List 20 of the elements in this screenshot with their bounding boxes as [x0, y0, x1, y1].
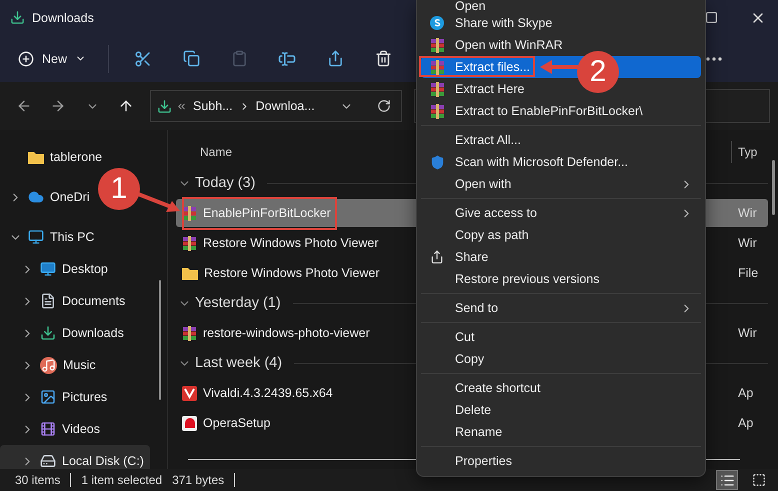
file-type: File [737, 266, 760, 280]
selection-info: 1 item selected [81, 473, 162, 487]
file-name: restore-windows-photo-viewer [203, 326, 370, 340]
selection-size: 371 bytes [172, 473, 224, 487]
group-heading: Last week (4) [195, 355, 282, 371]
file-type: Ap [737, 416, 754, 430]
file-type: Wir [737, 236, 758, 250]
group-heading: Today (3) [195, 175, 256, 191]
file-type: Wir [737, 206, 758, 220]
file-name: Restore Windows Photo Viewer [204, 266, 380, 280]
file-name: EnablePinForBitLocker [203, 206, 331, 220]
item-count: 30 items [15, 473, 60, 487]
file-name: Restore Windows Photo Viewer [203, 236, 379, 250]
step-number: 1 [98, 168, 140, 210]
file-type: Wir [737, 326, 758, 340]
window-title: Downloads [32, 10, 94, 24]
group-heading: Yesterday (1) [195, 295, 281, 311]
file-name: Vivaldi.4.3.2439.65.x64 [203, 386, 333, 400]
file-name: OperaSetup [203, 416, 270, 430]
file-type: Ap [737, 386, 754, 400]
